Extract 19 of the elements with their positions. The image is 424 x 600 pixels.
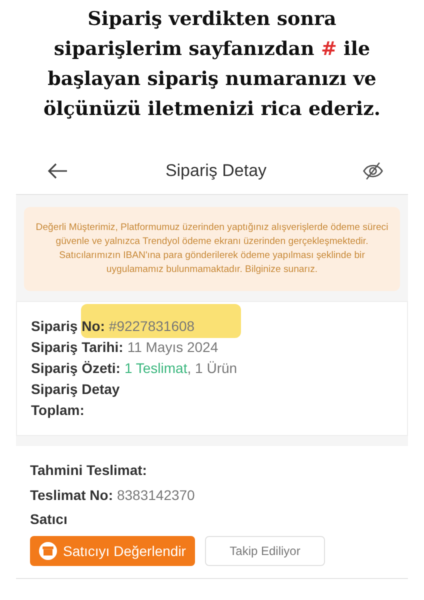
field-label: Teslimat No: xyxy=(30,486,113,504)
field-label: Tahmini Teslimat: xyxy=(30,461,147,480)
field-value: 1 Teslimat, 1 Ürün xyxy=(124,359,238,378)
field-label: Satıcı xyxy=(30,510,68,529)
caption-text: Sipariş verdikten sonra siparişlerim sayfanızdan # ile başlayan sipariş numaranızı ve ölçünüzü iletmenizi rica ederiz. xyxy=(42,7,382,122)
field-value: #9227831608 xyxy=(108,317,195,336)
rate-seller-button[interactable]: Satıcıyı Değerlendir xyxy=(30,536,195,566)
field-label: Sipariş Özeti: xyxy=(31,359,120,378)
field-label: Sipariş No: xyxy=(31,317,105,336)
field-value: 8383142370 xyxy=(116,486,195,504)
screen-title: Sipariş Detay xyxy=(165,161,267,181)
eye-slash-icon[interactable] xyxy=(362,160,384,182)
store-icon xyxy=(39,542,58,560)
field-label: Toplam: xyxy=(31,401,84,420)
notice-text: Değerli Müşterimiz, Platformumuz üzerinden yaptığınız alışverişlerde ödeme süreci güvenle ve yalnızca Trendyol ödeme ekranı üzerinden gerçekleşmektedir. Satıcılarımızın IBAN'ına para gönderilerek ödeme yapılması şeklinde bir uygulamamız bulunmamaktadır. Bilginize sunarız. xyxy=(24,207,400,291)
field-label: Sipariş Tarihi: xyxy=(31,338,124,357)
field-label: Sipariş Detay xyxy=(31,380,120,399)
field-value: 11 Mayıs 2024 xyxy=(127,338,218,357)
following-button[interactable]: Takip Ediliyor xyxy=(205,536,325,566)
